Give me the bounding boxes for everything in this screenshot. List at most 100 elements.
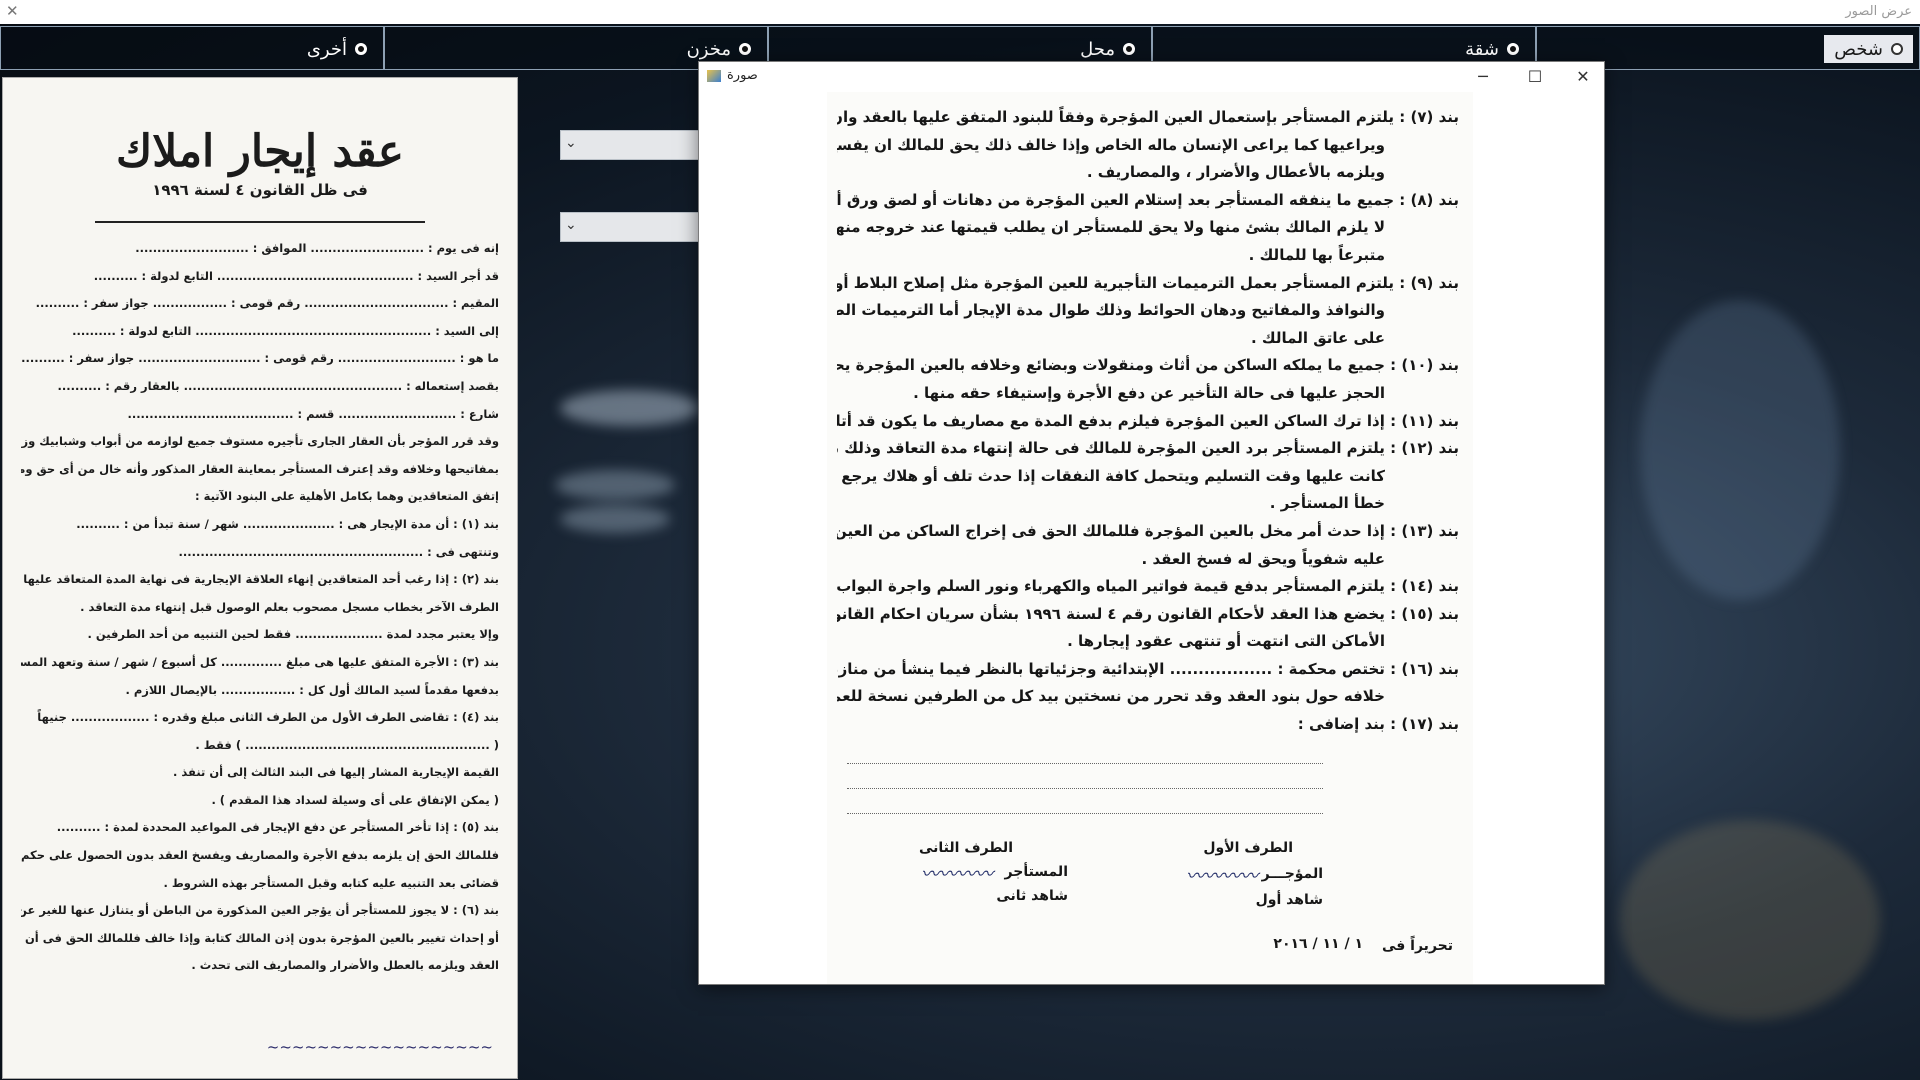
clause-line: والنوافذ والمفاتيح ودهان الحوائط وذلك طو… — [837, 301, 1385, 320]
app-icon — [707, 70, 721, 82]
clause-line: بند (١٣) : إذا حدث أمر مخل بالعين المؤجر… — [837, 521, 1459, 540]
background-light — [560, 505, 670, 533]
contract-title: عقد إيجار املاك — [115, 126, 405, 177]
clause-line: الحجز عليها فى حالة التأخير عن دفع الأجر… — [913, 383, 1385, 402]
window-titlebar[interactable]: صورة ─ ☐ ✕ — [699, 62, 1604, 92]
blank-line — [847, 745, 1323, 764]
contract-line: بند (٣) : الأجرة المتفق عليها هى مبلغ ..… — [21, 654, 499, 669]
contract-line: فللمالك الحق إن يلزمه بدفع الأجرة والمصا… — [21, 848, 499, 863]
contract-line: بدفعها مقدماً لسيد المالك أول كل : .....… — [125, 682, 499, 697]
contract-clauses: بند (٧) : يلتزم المستأجر بإستعمال العين … — [827, 104, 1473, 739]
clause-line: على عاتق المالك . — [1250, 328, 1385, 347]
chevron-down-icon: ⌄ — [565, 135, 577, 151]
witness-first-label: شاهد أول — [1255, 892, 1323, 908]
app-title: عرض الصور — [1845, 4, 1912, 19]
clause-line: الأماكن التى انتهت أو تنتهى عقود إيجارها… — [1067, 632, 1385, 651]
contract-subtitle: فى ظل القانون ٤ لسنة ١٩٩٦ — [152, 181, 368, 199]
contract-line: إلى السيد : ............................… — [72, 323, 499, 338]
contract-line: بمفاتيحها وخلافه وقد إعترف المستأجر بمعا… — [21, 461, 499, 476]
divider — [95, 221, 425, 223]
clause-line: بند (١٢) : يلتزم المستأجر برد العين المؤ… — [837, 439, 1459, 458]
contract-line: بند (١) : أن مدة الإيجار هى : ..........… — [76, 516, 499, 531]
clause-line: بند (١٤) : يلتزم المستأجر بدفع قيمة فوات… — [837, 577, 1459, 596]
clause-line: بند (١١) : إذا ترك الساكن العين المؤجرة … — [837, 411, 1459, 430]
contract-line: بند (٤) : تقاضى الطرف الأول من الطرف الث… — [37, 710, 499, 725]
contract-line: بقصد إستعماله : ........................… — [57, 378, 500, 393]
contract-line: المقيم : ...............................… — [35, 296, 499, 311]
lessor-label: المؤجـــر — [1261, 866, 1323, 882]
background-light — [1640, 300, 1840, 600]
clause-line: بند (١٠) : جميع ما يملكه الساكن من أثاث … — [837, 356, 1459, 375]
chevron-down-icon: ⌄ — [565, 217, 577, 233]
radio-label: مخزن — [686, 38, 731, 60]
lessee-label: المستأجر — [1004, 864, 1068, 880]
contract-line: وقد قرر المؤجر بأن العقار الجارى تأجيره … — [21, 434, 499, 449]
dropdown-2[interactable]: ⌄ — [560, 212, 700, 242]
clause-line: خطأ المستأجر . — [1269, 494, 1385, 513]
minimize-icon[interactable]: ─ — [1461, 64, 1505, 90]
background-light — [560, 390, 700, 426]
contract-line: إتفق المتعاقدين وهما بكامل الأهلية على ا… — [195, 489, 499, 504]
image-viewer-window: صورة ─ ☐ ✕ بند (٧) : يلتزم المستأجر بإست… — [698, 61, 1605, 985]
clause-line: خلافه حول بنود العقد وقد تحرر من نسختين … — [837, 687, 1385, 706]
contract-line: وإلا يعتبر مجدد لمدة ...................… — [87, 627, 499, 642]
clause-line: بند (١٥) : يخضع هذا العقد لأحكام القانون… — [837, 604, 1459, 623]
clause-line: بند (٩) : يلتزم المستأجر بعمل الترميمات … — [837, 273, 1459, 292]
radio-unchecked-icon — [1891, 43, 1903, 55]
contract-line: شارع : ........................... قسم :… — [127, 406, 499, 421]
clause-line: بند (١٧) : بند إضافى : — [1297, 715, 1459, 734]
clause-line: ويلزمه بالأعطال والأضرار ، والمصاريف . — [1086, 163, 1385, 182]
clause-line: متبرعاً بها للمالك . — [1248, 245, 1385, 264]
clause-line: عليه شفوياً ويحق له فسخ العقد . — [1141, 549, 1385, 568]
radio-label: محل — [1080, 38, 1115, 60]
radio-checked-icon — [739, 43, 751, 55]
contract-line: قضائى بعد التنبيه عليه كتابه وقبل المستأ… — [163, 875, 499, 890]
blank-line — [847, 770, 1323, 789]
witness-second-label: شاهد ثانى — [996, 888, 1068, 904]
contract-line: بند (٢) : إذا رغب أحد المتعاقدين إنهاء ا… — [21, 572, 499, 587]
radio-checked-icon — [355, 43, 367, 55]
contract-line: العقد ويلزمه بالعطل والأضرار والمصاريف ا… — [191, 958, 499, 973]
lessee-signature: 〰〰〰〰 — [921, 864, 993, 885]
radio-label: أخرى — [306, 38, 347, 60]
contract-line: بند (٦) : لا يجوز للمستأجر أن يؤجر العين… — [21, 903, 499, 918]
blank-line — [847, 795, 1323, 814]
window-title: صورة — [727, 68, 758, 83]
radio-warehouse[interactable]: مخزن — [677, 35, 761, 63]
contract-line: ( ......................................… — [195, 737, 499, 752]
contract-line: إنه فى يوم : .......................... … — [135, 241, 499, 255]
contract-line: ( يمكن الإتفاق على أى وسيلة لسداد هذا ال… — [211, 792, 499, 807]
maximize-icon[interactable]: ☐ — [1513, 64, 1557, 90]
dated-label: تحريراً فى — [1381, 938, 1453, 954]
dropdown-1[interactable]: ⌄ — [560, 130, 700, 160]
date-value: ١ / ١١ / ٢٠١٦ — [1273, 936, 1363, 952]
radio-apartment[interactable]: شقة — [1455, 35, 1529, 63]
app-titlebar: ✕ عرض الصور — [0, 0, 1920, 24]
clause-line: ويراعيها كما يراعى الإنسان ماله الخاص وإ… — [837, 135, 1385, 154]
contract-line: قد أجر السيد : .........................… — [93, 268, 499, 283]
contract-line: الطرف الآخر بخطاب مسجل مصحوب بعلم الوصول… — [80, 599, 499, 614]
close-icon[interactable]: ✕ — [6, 2, 19, 20]
close-icon[interactable]: ✕ — [1561, 64, 1605, 90]
background-light — [1620, 820, 1880, 1020]
lessor-signature: 〰〰〰〰 — [1186, 866, 1258, 887]
radio-checked-icon — [1507, 43, 1519, 55]
contract-line: أو إحداث تغيير بالعين المؤجرة بدون إذن ا… — [21, 930, 499, 945]
radio-checked-icon — [1123, 43, 1135, 55]
party-second-label: الطرف الثانى — [919, 840, 1013, 856]
radio-label: شخص — [1834, 38, 1883, 60]
radio-shop[interactable]: محل — [1070, 35, 1145, 63]
contract-line: وتنتهى فى : ............................… — [178, 544, 499, 559]
clause-line: بند (٧) : يلتزم المستأجر بإستعمال العين … — [837, 108, 1459, 126]
radio-cell-other: أخرى — [0, 26, 384, 70]
contract-page-image-right[interactable]: بند (٧) : يلتزم المستأجر بإستعمال العين … — [827, 92, 1473, 984]
radio-other[interactable]: أخرى — [297, 35, 377, 63]
contract-page-image-left[interactable]: عقد إيجار املاك فى ظل القانون ٤ لسنة ١٩٩… — [3, 78, 517, 1078]
contract-line: بند (٥) : إذا تأخر المستأجر عن دفع الإيج… — [56, 820, 499, 835]
contract-line: ما هو : ........................... رقم … — [21, 351, 499, 366]
radio-label: شقة — [1465, 38, 1499, 60]
clause-line: كانت عليها وقت التسليم ويتحمل كافة النفق… — [837, 466, 1385, 485]
radio-person[interactable]: شخص — [1824, 35, 1913, 63]
party-first-label: الطرف الأول — [1203, 840, 1293, 856]
